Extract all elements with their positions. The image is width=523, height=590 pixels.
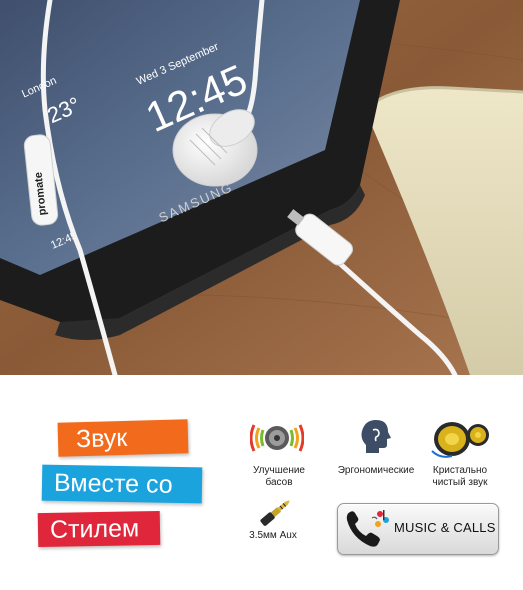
music-calls-label: MUSIC & CALLS bbox=[394, 520, 496, 535]
music-calls-badge: MUSIC & CALLS bbox=[337, 503, 499, 555]
earphones-phone-illustration: 12:45 Wed 3 September 23° London 12:45 S… bbox=[0, 0, 523, 375]
speaker-bass-icon bbox=[250, 424, 304, 452]
ergonomic-head-icon bbox=[361, 420, 391, 453]
aux-jack-icon bbox=[260, 500, 290, 526]
product-page: 12:45 Wed 3 September 23° London 12:45 S… bbox=[0, 0, 523, 590]
slogan-tag-1: Звук bbox=[57, 419, 189, 457]
aux-label: 3.5мм Aux bbox=[249, 530, 297, 541]
bass-label: Улучшение басов bbox=[253, 465, 305, 488]
features-section: Звук Вместе со Стилем Улучшение басов Эр… bbox=[0, 375, 523, 590]
slogan-tag-3: Стилем bbox=[37, 510, 161, 548]
product-photo: 12:45 Wed 3 September 23° London 12:45 S… bbox=[0, 0, 523, 375]
phone-music-icon bbox=[346, 510, 389, 547]
clear-sound-label: Кристально чистый звук bbox=[432, 465, 488, 488]
ergonomic-label: Эргономические bbox=[337, 465, 415, 476]
crystal-sound-icon bbox=[431, 422, 489, 458]
slogan-tag-2: Вместе со bbox=[41, 464, 203, 504]
